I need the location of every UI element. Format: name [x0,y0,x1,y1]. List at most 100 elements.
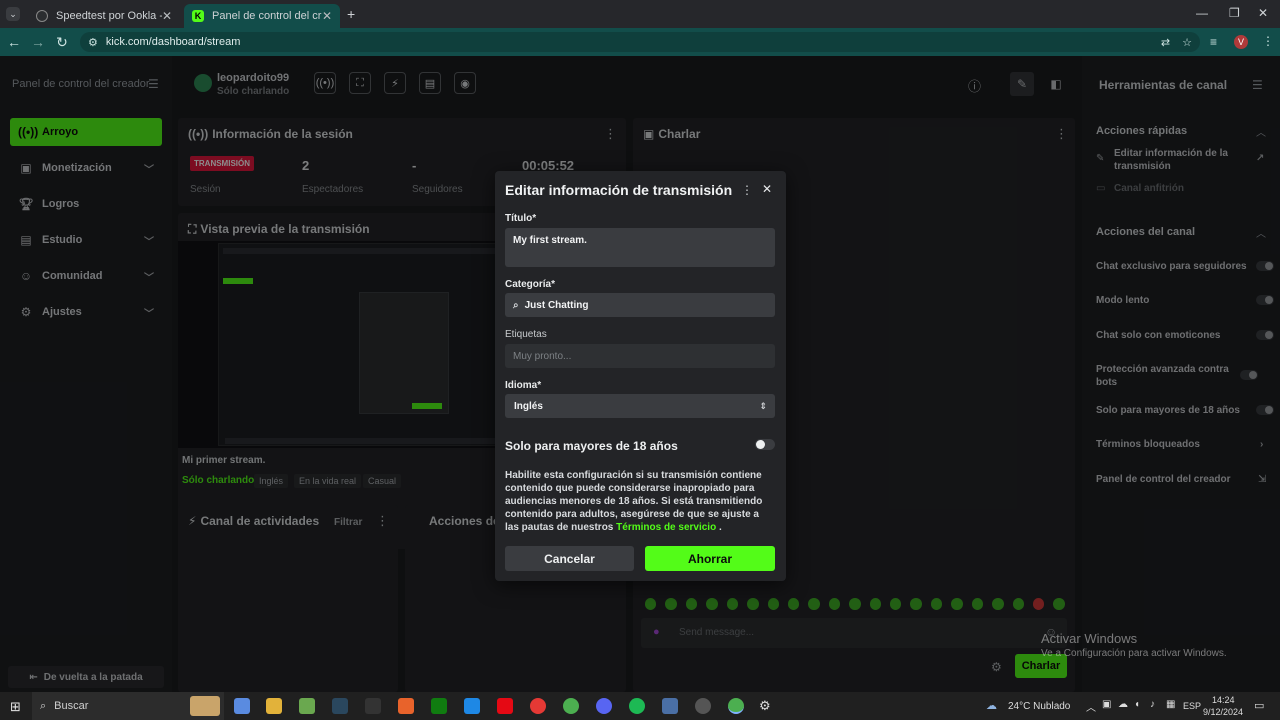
sidebar-item-community[interactable]: ☺ Comunidad ﹀ [10,262,162,290]
emote-bar[interactable] [645,598,1065,610]
emote-icon[interactable] [1053,598,1065,610]
clock-time[interactable]: 14:24 [1212,695,1235,705]
terms-of-service-link[interactable]: Términos de servicio [616,522,716,533]
slow-mode-toggle[interactable] [1256,295,1274,305]
close-icon[interactable]: ✕ [762,182,772,196]
adults-only-toggle[interactable] [755,439,775,450]
bot-protection-toggle[interactable] [1240,370,1258,380]
kebab-menu-icon[interactable]: ⋮ [1055,126,1068,142]
channel-action-creator-dashboard[interactable]: Panel de control del creador ⇲ [1096,473,1266,486]
speaker-icon[interactable]: ◖ [1134,699,1140,710]
stream-title-input[interactable]: My first stream. [505,228,775,267]
chat-bubble-icon[interactable]: ◉ [454,72,476,94]
followers-only-toggle[interactable] [1256,261,1274,271]
emote-icon[interactable] [767,598,779,610]
collapse-sidebar-icon[interactable]: ☰ [148,77,159,91]
back-arrow-icon[interactable]: ← [2,34,26,50]
category-search-input[interactable]: ⌕ Just Chatting [505,293,775,317]
minimize-window-icon[interactable]: — [1196,6,1208,20]
edit-pencil-icon[interactable]: ✎ [1010,72,1034,96]
emote-icon[interactable] [951,598,963,610]
emote-icon[interactable] [706,598,718,610]
app-blue-icon[interactable] [662,698,678,714]
file-explorer-icon[interactable] [266,698,282,714]
tab-speedtest[interactable]: Speedtest por Ookla - La prueb ✕ [28,4,180,28]
emote-icon[interactable] [992,598,1004,610]
save-button[interactable]: Ahorrar [645,546,775,571]
emote-icon[interactable] [828,598,841,610]
settings-gear-icon[interactable]: ⚙ [759,698,775,714]
emote-icon[interactable] [869,598,882,610]
netflix-icon[interactable] [497,698,513,714]
xbox-icon[interactable] [431,698,447,714]
input-language[interactable]: ESP [1183,701,1201,711]
channel-action-followers-only[interactable]: Chat exclusivo para seguidores [1096,260,1274,273]
translate-icon[interactable]: ⇄ [1161,36,1170,49]
document-icon[interactable]: ▤ [419,72,441,94]
emote-icon[interactable] [1012,598,1025,610]
cancel-button[interactable]: Cancelar [505,546,634,571]
network-icon[interactable]: ▦ [1166,699,1175,710]
app-icon[interactable] [299,698,315,714]
new-tab-button[interactable]: + [347,6,355,22]
kebab-menu-icon[interactable]: ⋮ [741,183,753,197]
adults-only-toggle[interactable] [1256,405,1274,415]
reload-icon[interactable]: ↻ [50,34,74,51]
app-red-icon[interactable] [530,698,546,714]
epic-games-icon[interactable] [365,698,381,714]
emote-icon[interactable] [1033,598,1045,610]
notification-icon[interactable]: ▭ [1254,699,1264,712]
emote-icon[interactable] [890,598,902,610]
browser-menu-icon[interactable]: ⋮ [1262,34,1274,48]
sidebar-item-settings[interactable]: ⚙ Ajustes ﹀ [10,298,162,326]
emote-icon[interactable] [849,598,861,610]
taskbar-search-box[interactable]: ⌕ Buscar [32,692,224,720]
sidebar-item-monetization[interactable]: ▣ Monetización ﹀ [10,154,162,182]
tab-kick-dashboard[interactable]: K Panel de control del creador | k ✕ [184,4,340,28]
chevron-up-icon[interactable]: ︿ [1256,225,1266,240]
capture-icon[interactable]: ⛶ [349,72,371,94]
emote-icon[interactable] [787,598,800,610]
lightning-icon[interactable]: ⚡ [384,72,406,94]
close-tab-icon[interactable]: ✕ [162,9,172,23]
address-bar[interactable]: ⚙ kick.com/dashboard/stream ⇄ ☆ [80,32,1200,52]
channel-action-adults-only[interactable]: Solo para mayores de 18 años [1096,404,1274,417]
copilot-icon[interactable] [234,698,250,714]
emote-only-toggle[interactable] [1256,330,1274,340]
site-info-icon[interactable]: ⚙ [88,36,98,49]
language-select[interactable]: Inglés ⇕ [505,394,775,418]
emote-icon[interactable] [665,598,677,610]
broadcast-settings-icon[interactable]: ((•)) [314,72,336,94]
emote-icon[interactable] [930,598,943,610]
cloud-icon[interactable]: ☁ [1118,699,1128,710]
brave-icon[interactable] [398,698,414,714]
profile-avatar[interactable]: V [1234,35,1248,49]
media-controls-icon[interactable]: ≡ [1210,35,1217,49]
kebab-menu-icon[interactable]: ⋮ [604,126,617,142]
quick-action-host-channel[interactable]: ▭ Canal anfitrión [1096,182,1266,195]
tray-chevron-up-icon[interactable]: ︿ [1086,699,1096,714]
steam-icon[interactable] [332,698,348,714]
emote-icon[interactable] [971,598,984,610]
chat-settings-gear-icon[interactable]: ⚙ [991,660,1002,674]
emote-icon[interactable] [726,598,739,610]
store-icon[interactable] [464,698,480,714]
tray-app-icon[interactable]: ▣ [1102,699,1111,710]
weather-text[interactable]: 24°C Nublado [1008,701,1070,712]
emote-icon[interactable] [808,598,820,610]
restore-window-icon[interactable]: ❐ [1229,6,1240,20]
emote-icon[interactable] [645,598,657,610]
info-icon[interactable]: ⓘ [968,76,981,95]
user-avatar[interactable] [194,74,212,92]
layout-icon[interactable]: ◧ [1044,72,1068,96]
kebab-menu-icon[interactable]: ⋮ [376,513,389,529]
quick-action-edit-stream-info[interactable]: ✎ Editar información de la transmisión ↗ [1096,147,1266,173]
windows-start-icon[interactable]: ⊞ [10,699,21,715]
collapse-tools-icon[interactable]: ☰ [1252,78,1263,92]
tab-search-icon[interactable]: ⌄ [6,7,20,21]
forward-arrow-icon[interactable]: → [26,34,50,50]
obs-icon[interactable] [695,698,711,714]
tags-input[interactable]: Muy pronto... [505,344,775,368]
sidebar-item-achievements[interactable]: 🏆︎ Logros [10,190,162,218]
close-window-icon[interactable]: ✕ [1258,6,1268,20]
